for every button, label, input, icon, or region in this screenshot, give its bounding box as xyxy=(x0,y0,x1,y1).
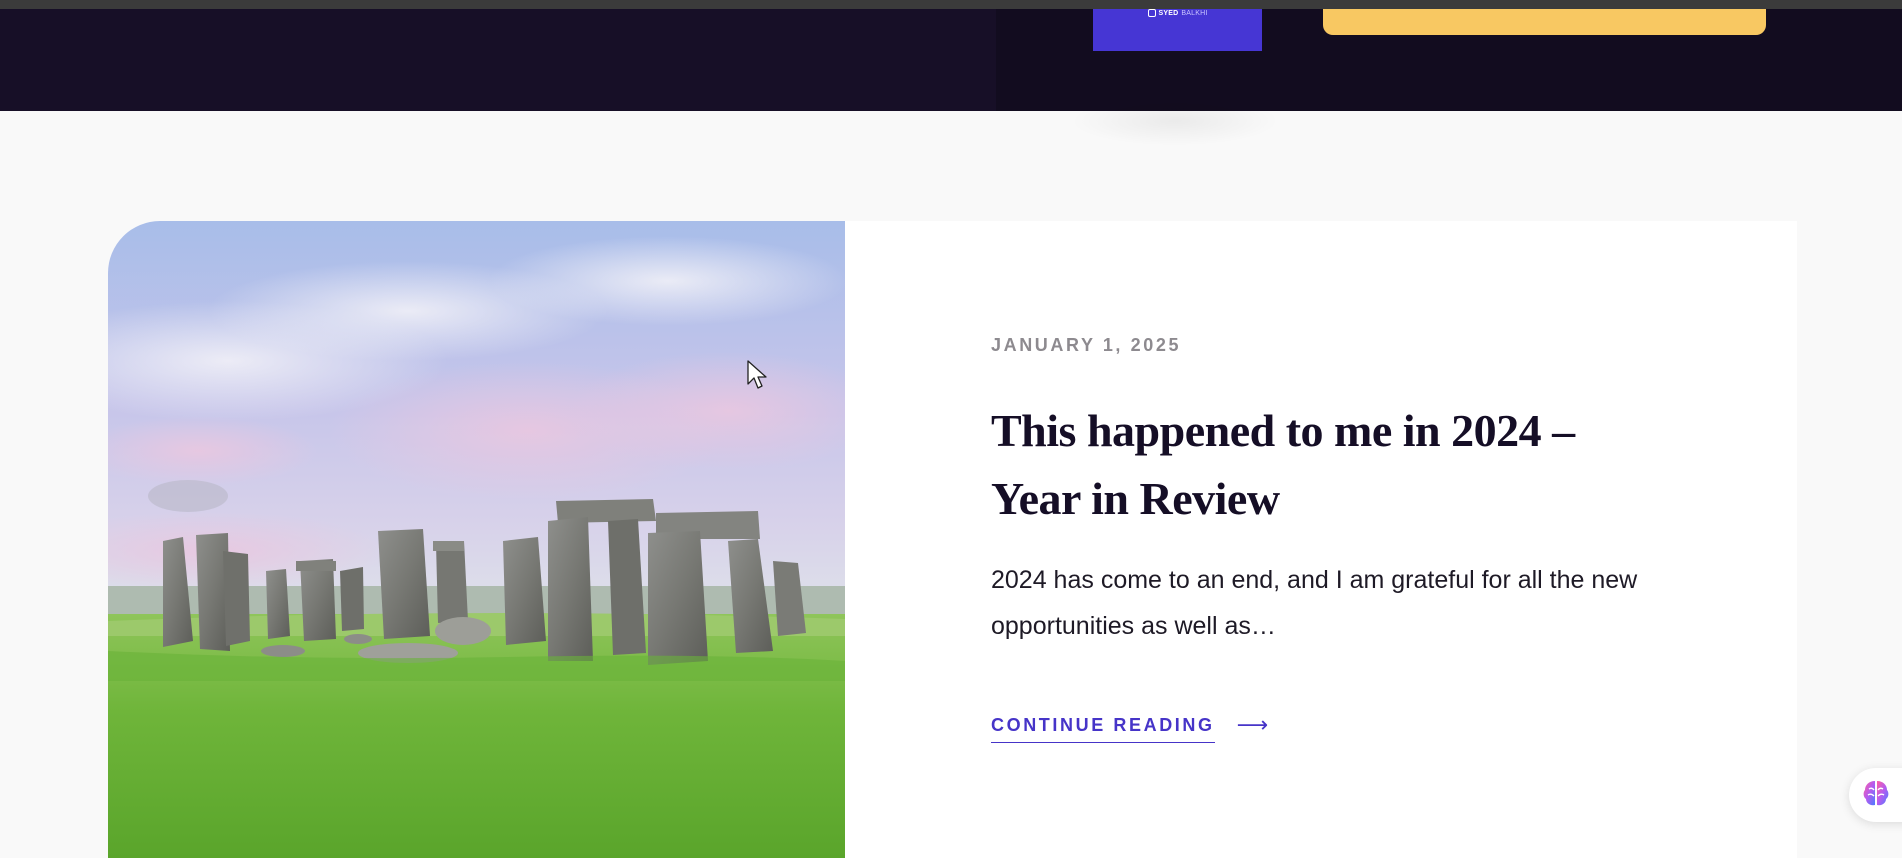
post-title[interactable]: This happened to me in 2024 – Year in Re… xyxy=(991,397,1671,533)
logo-mark-icon xyxy=(1147,9,1156,17)
yellow-cta-bar[interactable] xyxy=(1323,9,1766,35)
mouse-cursor-icon xyxy=(747,360,767,389)
post-date: JANUARY 1, 2025 xyxy=(991,335,1182,355)
promo-logo: SYED BALKHI xyxy=(1147,9,1208,17)
promo-logo-soft: BALKHI xyxy=(1181,9,1208,17)
ai-assistant-widget[interactable] xyxy=(1849,768,1902,822)
stonehenge-photo xyxy=(108,221,845,858)
browser-top-strip xyxy=(0,0,1902,9)
shadow-decoration xyxy=(1070,96,1280,146)
post-excerpt: 2024 has come to an end, and I am gratef… xyxy=(991,566,1638,640)
post-body: JANUARY 1, 2025 This happened to me in 2… xyxy=(991,221,1711,858)
blog-post-card: JANUARY 1, 2025 This happened to me in 2… xyxy=(108,221,1797,858)
post-featured-image[interactable] xyxy=(108,221,845,858)
arrow-right-icon: ⟶ xyxy=(1236,713,1269,738)
continue-reading-label: CONTINUE READING xyxy=(991,715,1215,743)
hero-band: SYED BALKHI xyxy=(0,9,1902,111)
continue-reading-link[interactable]: CONTINUE READING ⟶ xyxy=(991,713,1268,744)
brain-icon xyxy=(1863,781,1889,806)
promo-card[interactable]: SYED BALKHI xyxy=(1093,9,1262,51)
promo-logo-main: SYED xyxy=(1158,9,1179,17)
